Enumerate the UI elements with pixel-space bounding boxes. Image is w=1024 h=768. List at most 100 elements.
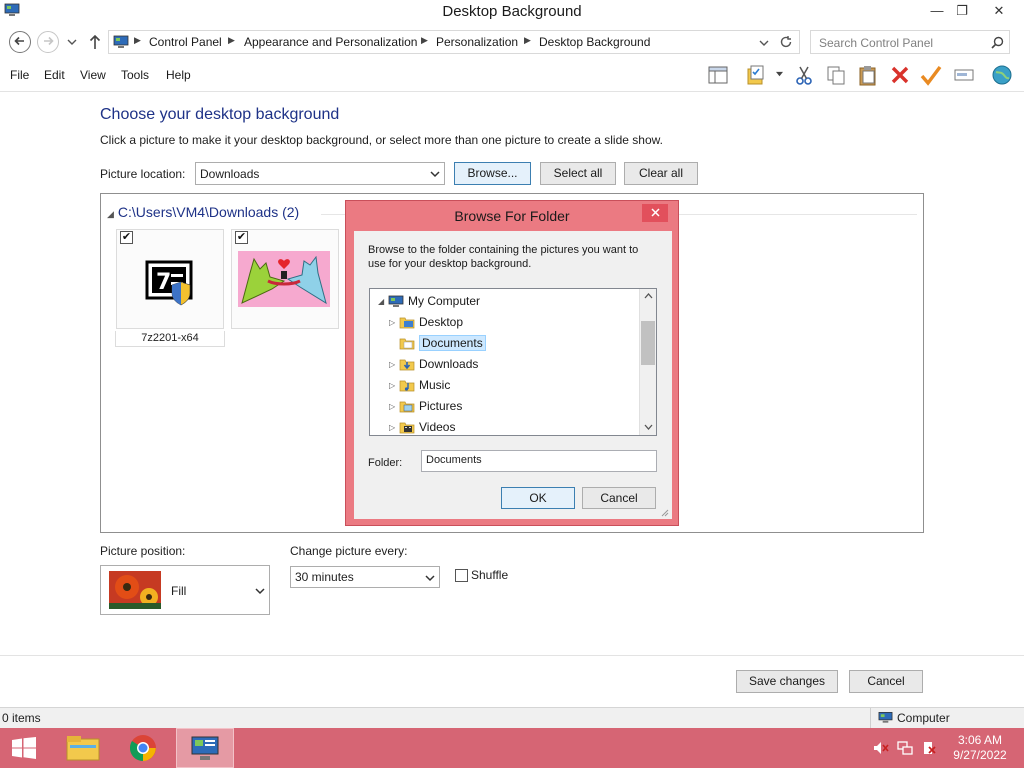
menu-tools[interactable]: Tools (121, 68, 149, 82)
up-arrow-icon[interactable] (88, 34, 102, 50)
taskbar-chrome[interactable] (116, 728, 174, 768)
expanded-arrow-icon: ◢ (378, 296, 385, 306)
status-bar: 0 items Computer (0, 707, 1024, 728)
restore-button[interactable]: ❐ (947, 0, 977, 22)
folder-field[interactable]: Documents (421, 450, 657, 472)
network-icon[interactable] (897, 741, 913, 755)
breadcrumb-appearance[interactable]: Appearance and Personalization (244, 35, 417, 49)
scroll-thumb[interactable] (641, 321, 655, 365)
group-header-label: C:\Users\VM4\Downloads (2) (117, 204, 300, 220)
menu-help[interactable]: Help (166, 68, 191, 82)
tree-item-music[interactable]: ▷ Music (389, 376, 450, 396)
select-all-button[interactable]: Select all (540, 162, 616, 185)
copy-icon[interactable] (825, 64, 847, 86)
browse-button[interactable]: Browse... (454, 162, 531, 185)
dialog-cancel-button[interactable]: Cancel (582, 487, 656, 509)
tree-item-videos[interactable]: ▷ Videos (389, 418, 455, 438)
breadcrumb-control-panel[interactable]: Control Panel (149, 35, 222, 49)
address-dropdown-icon[interactable] (759, 39, 769, 47)
close-button[interactable]: ✕ (984, 0, 1014, 22)
music-folder-icon (399, 380, 415, 392)
browse-for-folder-dialog: Browse For Folder Browse to the folder c… (345, 200, 679, 526)
picture-checkbox[interactable]: ✔ (120, 231, 133, 244)
action-center-icon[interactable] (921, 741, 937, 755)
page-subtitle: Click a picture to make it your desktop … (100, 133, 663, 147)
resize-grip-icon[interactable] (659, 507, 669, 517)
clear-all-button[interactable]: Clear all (624, 162, 698, 185)
taskbar-file-explorer[interactable] (54, 728, 112, 768)
breadcrumb-personalization[interactable]: Personalization (436, 35, 518, 49)
tree-item-label: Videos (419, 420, 456, 434)
windows-logo-icon (12, 737, 36, 759)
tree-item-label: Desktop (419, 315, 464, 329)
cut-icon[interactable] (793, 64, 815, 86)
scroll-up-icon[interactable] (644, 293, 653, 299)
picture-position-value: Fill (171, 584, 187, 598)
action-bar: Save changes Cancel (0, 655, 1024, 707)
layout-icon[interactable] (707, 64, 729, 86)
tree-scrollbar[interactable] (639, 289, 656, 435)
back-button[interactable] (9, 31, 31, 53)
picture-location-value: Downloads (200, 167, 260, 181)
page-title: Choose your desktop background (100, 106, 340, 123)
svg-text:7: 7 (156, 270, 171, 295)
back-arrow-icon (14, 36, 24, 46)
cartoon-picture (238, 251, 330, 307)
clock-date: 9/27/2022 (953, 748, 1007, 762)
check-icon[interactable] (920, 64, 942, 86)
refresh-icon[interactable] (779, 35, 793, 49)
taskbar-control-panel[interactable] (176, 728, 234, 768)
dialog-close-button[interactable] (642, 204, 668, 222)
rename-icon[interactable] (953, 64, 975, 86)
change-picture-label: Change picture every: (290, 544, 408, 558)
properties-dropdown-icon[interactable] (775, 71, 784, 78)
delete-icon[interactable] (889, 64, 911, 86)
scroll-down-icon[interactable] (644, 424, 653, 430)
ok-button[interactable]: OK (501, 487, 575, 509)
folder-icon (399, 317, 415, 329)
menu-view[interactable]: View (80, 68, 106, 82)
volume-muted-icon[interactable] (873, 741, 889, 755)
tree-item-my-computer[interactable]: ◢ My Computer (378, 292, 480, 312)
tree-item-label: Music (419, 378, 451, 392)
menu-bar: File Edit View Tools Help (0, 58, 1024, 92)
change-picture-select[interactable]: 30 minutes (290, 566, 440, 588)
tree-item-label: Downloads (419, 357, 479, 371)
tree-item-documents[interactable]: Documents (389, 334, 486, 354)
shuffle-checkbox[interactable] (455, 569, 468, 583)
tree-item-downloads[interactable]: ▷ Downloads (389, 355, 478, 375)
collapsed-arrow-icon: ▷ (389, 317, 396, 327)
folder-tree[interactable]: ◢ My Computer ▷ Desktop Documents ▷ Downloa… (369, 288, 657, 436)
clock-time: 3:06 AM (957, 733, 1003, 747)
paste-icon[interactable] (857, 64, 879, 86)
tree-item-pictures[interactable]: ▷ Pictures (389, 397, 462, 417)
cancel-button[interactable]: Cancel (849, 670, 923, 693)
clock[interactable]: 3:06 AM 9/27/2022 (950, 733, 1010, 763)
tree-item-desktop[interactable]: ▷ Desktop (389, 313, 463, 333)
breadcrumb-desktop-background[interactable]: Desktop Background (539, 35, 650, 49)
group-header[interactable]: ◢ C:\Users\VM4\Downloads (2) (107, 204, 299, 220)
picture-thumbnail[interactable]: 7 (116, 229, 224, 329)
address-bar[interactable]: ▶ Control Panel ▶ Appearance and Persona… (108, 30, 800, 54)
flower-preview-image (109, 571, 161, 609)
forward-button[interactable] (37, 31, 59, 53)
menu-file[interactable]: File (10, 68, 29, 82)
folder-icon (399, 338, 415, 350)
search-icon[interactable] (991, 36, 1004, 49)
picture-thumbnail[interactable] (231, 229, 339, 329)
properties-icon[interactable] (745, 64, 767, 86)
window-title: Desktop Background (442, 3, 582, 20)
menu-edit[interactable]: Edit (44, 68, 65, 82)
shuffle-option[interactable]: Shuffle (455, 568, 508, 583)
picture-checkbox[interactable]: ✔ (235, 231, 248, 244)
item-count: 0 items (2, 711, 41, 725)
search-input[interactable]: Search Control Panel (810, 30, 1010, 54)
recent-pages-chevron-icon[interactable] (67, 38, 77, 46)
start-button[interactable] (0, 728, 48, 768)
videos-folder-icon (399, 422, 415, 434)
globe-icon[interactable] (991, 64, 1013, 86)
search-placeholder: Search Control Panel (819, 36, 934, 50)
save-changes-button[interactable]: Save changes (736, 670, 838, 693)
picture-position-select[interactable]: Fill (100, 565, 270, 615)
picture-location-select[interactable]: Downloads (195, 162, 445, 185)
